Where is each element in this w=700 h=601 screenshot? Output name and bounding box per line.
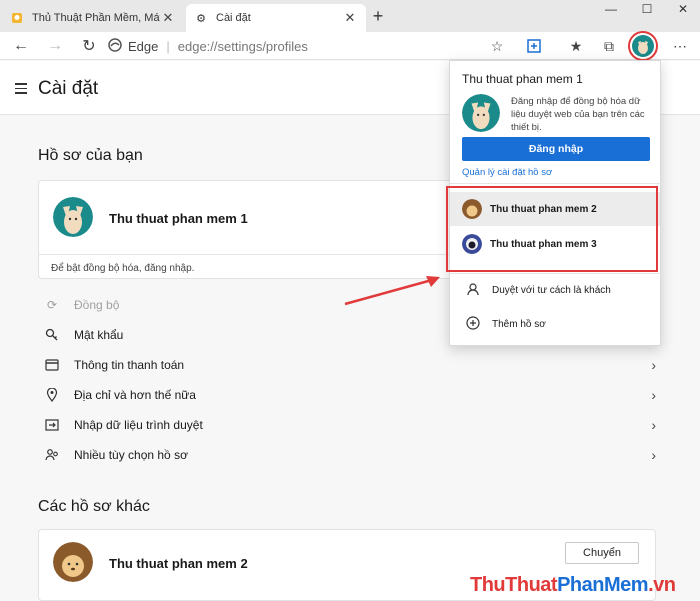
menu-item-label: Thông tin thanh toán <box>74 358 185 372</box>
address-separator: | <box>166 38 170 54</box>
sync-icon: ⟳ <box>46 298 58 312</box>
menu-item-label: Nhiều tùy chọn hồ sơ <box>74 448 188 462</box>
chevron-right-icon: › <box>651 447 656 463</box>
avatar <box>53 197 93 237</box>
key-icon <box>44 327 60 343</box>
add-profile-label: Thêm hồ sơ <box>492 318 546 330</box>
import-icon <box>44 417 60 433</box>
tab-title: Thủ Thuật Phần Mềm, Máy Tính, <box>32 12 160 24</box>
profile-flyout: Thu thuat phan mem 1 Đăng nhập để đồng b… <box>446 60 662 346</box>
chevron-right-icon: › <box>651 387 656 403</box>
forward-button[interactable]: → <box>44 35 66 57</box>
tab-title: Cài đặt <box>216 12 251 24</box>
collections-icon[interactable]: ⧉ <box>599 36 619 56</box>
card-icon <box>44 357 60 373</box>
favorite-star-icon[interactable]: ☆ <box>487 36 507 56</box>
refresh-button[interactable]: ↻ <box>78 35 100 57</box>
address-url: edge://settings/profiles <box>177 38 308 54</box>
menu-item-import[interactable]: Nhập dữ liệu trình duyệt › <box>44 410 656 440</box>
avatar <box>462 94 500 132</box>
back-button[interactable]: ← <box>10 35 32 57</box>
menu-item-addresses[interactable]: Địa chỉ và hơn thế nữa › <box>44 380 656 410</box>
other-profile-name: Thu thuat phan mem 2 <box>109 556 248 571</box>
close-icon[interactable]: ✕ <box>342 10 358 26</box>
more-options-icon[interactable]: ⋯ <box>670 36 690 56</box>
address-bar[interactable]: Edge | edge://settings/profiles <box>108 35 516 57</box>
favorites-list-icon[interactable]: ★ <box>566 36 586 56</box>
profiles-section-title: Hồ sơ của bạn <box>38 147 143 164</box>
guest-icon <box>466 282 480 299</box>
add-icon <box>466 315 480 333</box>
divider <box>450 183 662 184</box>
profile-avatar-icon <box>632 35 654 57</box>
sync-hint: Để bật đồng bộ hóa, đăng nhập. <box>51 263 195 274</box>
close-window-button[interactable]: ✕ <box>672 2 694 20</box>
close-icon[interactable]: ✕ <box>160 10 176 26</box>
tab-settings[interactable]: ⚙ Cài đặt ✕ <box>186 4 366 32</box>
guest-browsing-item[interactable]: Duyệt với tư cách là khách <box>450 275 660 305</box>
tab-bar: Thủ Thuật Phần Mềm, Máy Tính, ✕ ⚙ Cài đặ… <box>0 0 700 32</box>
chevron-right-icon: › <box>651 417 656 433</box>
guest-label: Duyệt với tư cách là khách <box>492 284 611 296</box>
gear-icon: ⚙ <box>196 12 206 25</box>
menu-item-profile-options[interactable]: Nhiều tùy chọn hồ sơ › <box>44 440 656 470</box>
location-icon <box>44 387 60 403</box>
annotation-arrow <box>344 276 440 306</box>
menu-item-label: Nhập dữ liệu trình duyệt <box>74 418 203 432</box>
bulb-icon <box>10 11 24 25</box>
add-profile-item[interactable]: Thêm hồ sơ <box>450 309 660 339</box>
manage-profile-link[interactable]: Quản lý cài đặt hồ sơ <box>462 167 552 178</box>
flyout-profile-name: Thu thuat phan mem 1 <box>462 72 583 86</box>
people-icon <box>44 447 60 463</box>
chevron-right-icon: › <box>651 357 656 373</box>
minimize-button[interactable]: — <box>600 2 622 20</box>
highlight-box <box>446 186 658 272</box>
sign-in-button[interactable]: Đăng nhập <box>462 137 650 161</box>
toolbar: ← → ↻ Edge | edge://settings/profiles ☆ … <box>0 32 700 60</box>
new-tab-button[interactable]: + <box>368 6 388 26</box>
switch-button[interactable]: Chuyển <box>565 542 639 564</box>
menu-icon[interactable] <box>15 83 27 97</box>
tab-thuthuat[interactable]: Thủ Thuật Phần Mềm, Máy Tính, ✕ <box>2 4 184 32</box>
page-title: Cài đặt <box>38 78 99 99</box>
current-profile-name: Thu thuat phan mem 1 <box>109 211 248 226</box>
extension-icon[interactable] <box>524 36 544 56</box>
avatar <box>53 542 93 582</box>
other-profiles-title: Các hồ sơ khác <box>38 498 150 515</box>
menu-item-payment[interactable]: Thông tin thanh toán › <box>44 350 656 380</box>
menu-item-label: Địa chỉ và hơn thế nữa <box>74 388 196 402</box>
divider <box>450 273 662 274</box>
maximize-button[interactable]: ☐ <box>636 2 658 20</box>
watermark-logo: ThuThuatPhanMem.vn <box>470 574 676 596</box>
flyout-description: Đăng nhập để đồng bộ hóa dữ liệu duyệt w… <box>511 96 645 133</box>
profile-button[interactable] <box>628 31 658 61</box>
address-brand: Edge <box>128 38 159 54</box>
edge-icon <box>108 37 122 55</box>
